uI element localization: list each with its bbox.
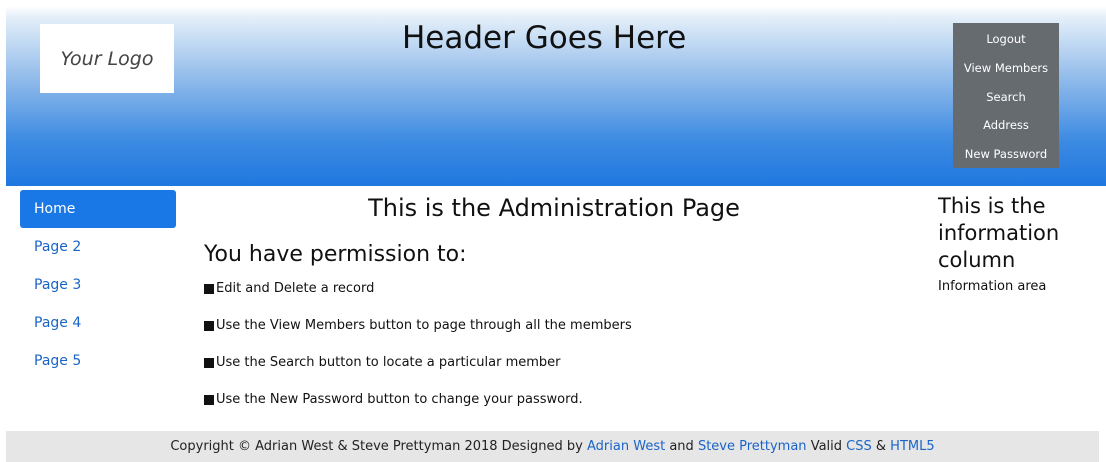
html5-validator-link[interactable]: HTML5 [890,439,934,454]
permission-text: Edit and Delete a record [216,281,375,296]
css-validator-link[interactable]: CSS [846,439,872,454]
designer-link-steve-prettyman[interactable]: Steve Prettyman [698,439,807,454]
info-column: This is the information column Informati… [938,193,1104,294]
logout-button[interactable]: Logout [986,32,1025,46]
copyright-text: Copyright © Adrian West & Steve Prettyma… [170,439,583,454]
list-item: Use the Search button to locate a partic… [204,355,632,392]
permissions-list: Edit and Delete a record Use the View Me… [204,281,632,429]
nav-item-page-3[interactable]: Page 3 [20,266,176,304]
square-bullet-icon [204,321,214,331]
logo-text: Your Logo [60,47,154,70]
square-bullet-icon [204,358,214,368]
logo[interactable]: Your Logo [40,24,174,93]
designer-link-adrian-west[interactable]: Adrian West [587,439,665,454]
info-text: Information area [938,279,1047,294]
nav-item-page-2[interactable]: Page 2 [20,228,176,266]
permission-text: Use the Search button to locate a partic… [216,355,561,370]
nav-item-page-5[interactable]: Page 5 [20,342,176,380]
header: Your Logo Header Goes Here Logout View M… [6,0,1106,186]
page-title: This is the Administration Page [368,194,740,222]
sidebar-nav: Home Page 2 Page 3 Page 4 Page 5 [20,190,176,380]
footer-and-text: and [669,439,694,454]
search-button[interactable]: Search [986,90,1026,104]
footer-amp-text: & [875,439,887,454]
nav-item-page-4[interactable]: Page 4 [20,304,176,342]
user-menu: Logout View Members Search Address New P… [953,23,1059,168]
square-bullet-icon [204,284,214,294]
header-title: Header Goes Here [402,20,687,56]
info-heading: This is the information column [938,194,1060,272]
permissions-heading: You have permission to: [204,242,467,267]
permission-text: Use the View Members button to page thro… [216,318,632,333]
view-members-button[interactable]: View Members [964,61,1048,75]
footer: Copyright © Adrian West & Steve Prettyma… [6,431,1099,462]
list-item: Edit and Delete a record [204,281,632,318]
list-item: Use the View Members button to page thro… [204,318,632,355]
address-button[interactable]: Address [983,118,1029,132]
new-password-button[interactable]: New Password [965,147,1047,161]
square-bullet-icon [204,395,214,405]
list-item: Use the New Password button to change yo… [204,392,632,429]
nav-item-home[interactable]: Home [20,190,176,228]
footer-valid-text: Valid [810,439,843,454]
permission-text: Use the New Password button to change yo… [216,392,583,407]
